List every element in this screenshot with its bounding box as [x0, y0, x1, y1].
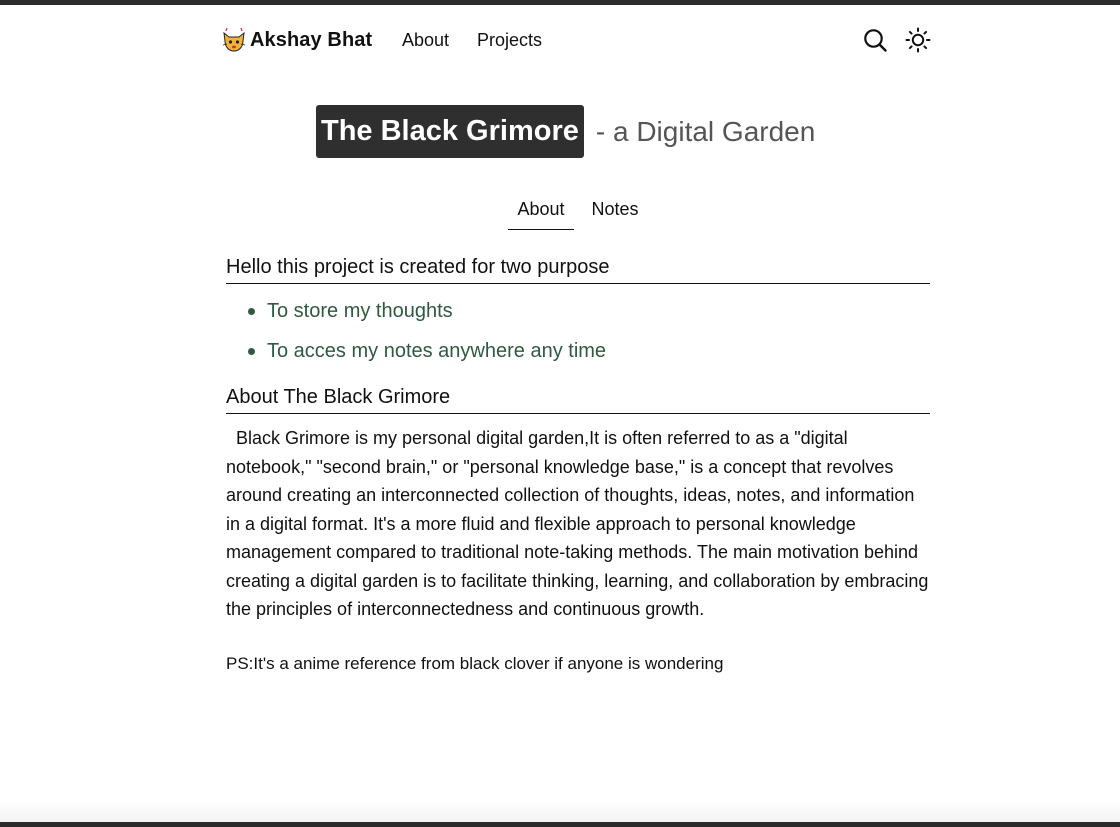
list-item[interactable]: To store my thoughts — [226, 296, 930, 336]
brand-name: Akshay Bhat — [250, 28, 373, 51]
list-item[interactable]: To acces my notes anywhere any time — [226, 336, 930, 376]
bullet-dot — [248, 308, 255, 315]
cat-face-icon — [222, 27, 246, 52]
tab-notes[interactable]: Notes — [582, 196, 648, 229]
navbar: Akshay Bhat About Projects — [221, 24, 933, 56]
nav-link-about[interactable]: About — [402, 30, 449, 51]
site-title: The Black Grimore — [316, 105, 584, 158]
hero-header: The Black Grimore - a Digital Garden — [316, 105, 815, 158]
window-top-border — [0, 0, 1120, 5]
purpose-item-text: To acces my notes anywhere any time — [267, 340, 607, 362]
site-subtitle: - a Digital Garden — [595, 115, 816, 147]
bottom-fade — [0, 800, 1120, 822]
purpose-heading: Hello this project is created for two pu… — [226, 254, 930, 284]
ps-note: PS:It's a anime reference from black clo… — [226, 654, 724, 673]
about-paragraph: Black Grimore is my personal digital gar… — [226, 428, 929, 619]
search-icon[interactable] — [862, 27, 888, 53]
brand-link[interactable]: Akshay Bhat — [221, 24, 372, 56]
about-heading: About The Black Grimore — [226, 384, 930, 414]
purpose-list: To store my thoughts To acces my notes a… — [226, 296, 930, 376]
purpose-item-text: To store my thoughts — [267, 300, 453, 322]
nav-link-projects[interactable]: Projects — [477, 30, 542, 51]
bullet-dot — [248, 348, 255, 355]
tab-about[interactable]: About — [508, 196, 574, 230]
window-bottom-border — [0, 822, 1120, 827]
sun-icon[interactable] — [905, 27, 931, 53]
